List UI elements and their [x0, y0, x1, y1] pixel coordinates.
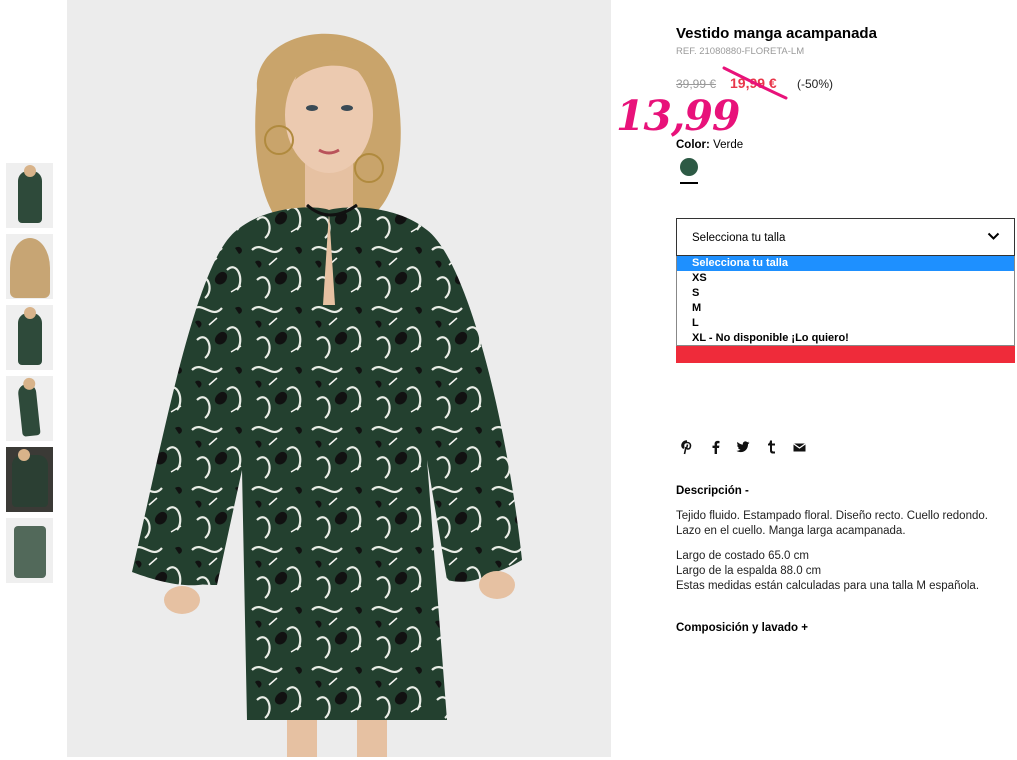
composition-toggle[interactable]: Composición y lavado +: [676, 622, 808, 634]
thumbnail-5[interactable]: [6, 447, 53, 512]
pinterest-icon[interactable]: [678, 438, 696, 456]
measurements-text: Largo de costado 65.0 cm Largo de la esp…: [676, 549, 1017, 594]
original-price: 39,99 €: [676, 77, 717, 91]
thumbnail-3[interactable]: [6, 305, 53, 370]
size-option[interactable]: L: [677, 316, 1014, 331]
email-icon[interactable]: [790, 438, 808, 456]
thumbnail-2[interactable]: [6, 234, 53, 299]
product-reference: REF. 21080880-FLORETA-LM: [676, 46, 805, 57]
product-title: Vestido manga acampanada: [676, 25, 877, 42]
size-option[interactable]: S: [677, 286, 1014, 301]
twitter-icon[interactable]: [734, 438, 752, 456]
color-label-key: Color:: [676, 139, 710, 151]
size-select-value: Selecciona tu talla: [692, 232, 786, 244]
swatch-selected-indicator: [680, 182, 698, 184]
discount-badge: (-50%): [797, 77, 834, 91]
size-option[interactable]: M: [677, 301, 1014, 316]
thumbnail-gallery: [6, 163, 53, 589]
description-body: Tejido fluido. Estampado floral. Diseño …: [676, 509, 1017, 604]
description-line: Lazo en el cuello. Manga larga acampanad…: [676, 525, 906, 537]
size-dropdown-list: Selecciona tu talla XS S M L XL - No dis…: [676, 256, 1015, 346]
size-option[interactable]: Selecciona tu talla: [677, 256, 1014, 271]
size-option[interactable]: XS: [677, 271, 1014, 286]
color-label: Color: Verde: [676, 139, 743, 151]
product-photo-illustration: [67, 0, 611, 757]
main-product-image[interactable]: [67, 0, 611, 757]
thumbnail-1[interactable]: [6, 163, 53, 228]
description-text: Tejido fluido. Estampado floral. Diseño …: [676, 509, 1017, 539]
product-page: Vestido manga acampanada REF. 21080880-F…: [0, 0, 1017, 760]
chevron-down-icon: [987, 232, 1000, 240]
social-share: [678, 438, 808, 456]
size-option[interactable]: XL - No disponible ¡Lo quiero!: [677, 331, 1014, 346]
description-line: Tejido fluido. Estampado floral. Diseño …: [676, 510, 988, 522]
description-toggle[interactable]: Descripción -: [676, 485, 749, 497]
thumbnail-6[interactable]: [6, 518, 53, 583]
color-label-value: Verde: [713, 139, 744, 151]
tumblr-icon[interactable]: [762, 438, 780, 456]
handwritten-price: 13,99: [616, 92, 740, 140]
measurement-line: Largo de costado 65.0 cm: [676, 550, 809, 562]
add-to-bag-button[interactable]: [676, 346, 1015, 363]
facebook-icon[interactable]: [706, 438, 724, 456]
color-swatch-verde[interactable]: [680, 158, 698, 176]
measurement-line: Largo de la espalda 88.0 cm: [676, 565, 822, 577]
size-select[interactable]: Selecciona tu talla: [676, 218, 1015, 256]
thumbnail-4[interactable]: [6, 376, 53, 441]
measurement-note: Estas medidas están calculadas para una …: [676, 580, 980, 592]
